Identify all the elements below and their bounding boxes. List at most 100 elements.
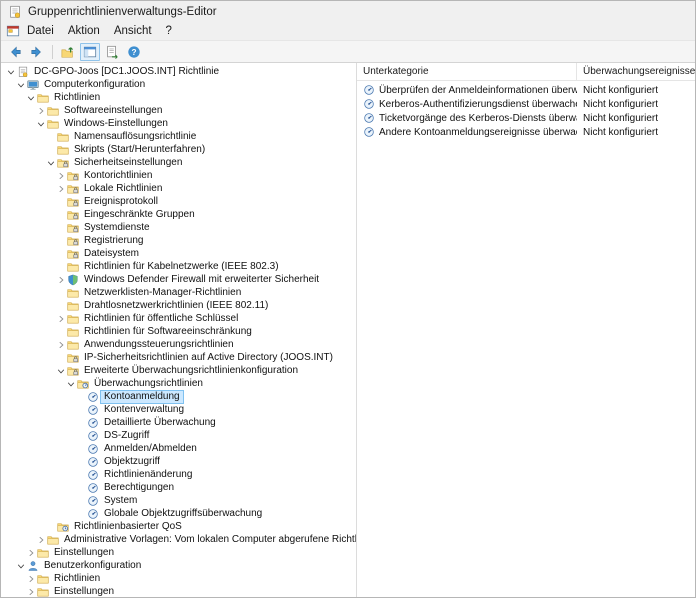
chevron-down-icon[interactable]	[15, 560, 26, 571]
tree-item[interactable]: Kontoanmeldung	[1, 389, 356, 404]
tree-item[interactable]: Sicherheitseinstellungen	[1, 156, 356, 169]
tree-item[interactable]: Systemdienste	[1, 221, 356, 234]
folder-icon	[66, 287, 79, 299]
audit-icon	[86, 456, 99, 468]
menu-aktion[interactable]: Aktion	[61, 24, 107, 38]
folder-icon	[66, 326, 79, 338]
tree-item[interactable]: Windows Defender Firewall mit erweiterte…	[1, 273, 356, 286]
main-area: DC-GPO-Joos [DC1.JOOS.INT] Richtlinie Com…	[1, 63, 695, 597]
tree-item[interactable]: Berechtigungen	[1, 481, 356, 494]
audit-icon	[86, 495, 99, 507]
console-window-icon[interactable]	[5, 24, 20, 39]
help-button[interactable]: ?	[124, 43, 144, 61]
chevron-down-icon[interactable]	[15, 79, 26, 90]
menu-ansicht[interactable]: Ansicht	[107, 24, 159, 38]
tree-item[interactable]: Überwachungsrichtlinien	[1, 377, 356, 390]
folder-icon	[56, 144, 69, 156]
menu-datei[interactable]: Datei	[20, 24, 61, 38]
chevron-down-icon[interactable]	[25, 92, 36, 103]
tree-item[interactable]: Namensauflösungsrichtlinie	[1, 130, 356, 143]
tree-item[interactable]: Windows-Einstellungen	[1, 117, 356, 130]
chevron-right-icon[interactable]	[55, 313, 66, 324]
chevron-right-icon[interactable]	[35, 105, 46, 116]
tree-item[interactable]: Skripts (Start/Herunterfahren)	[1, 143, 356, 156]
folder-lock-icon	[66, 248, 79, 260]
tree-item[interactable]: Anwendungssteuerungsrichtlinien	[1, 338, 356, 351]
back-button[interactable]	[5, 43, 25, 61]
tree-item[interactable]: Globale Objektzugriffsüberwachung	[1, 507, 356, 520]
chevron-right-icon[interactable]	[25, 586, 36, 597]
subcategory-row[interactable]: Kerberos-Authentifizierungsdienst überwa…	[357, 97, 695, 111]
tree-item[interactable]: Benutzerkonfiguration	[1, 559, 356, 572]
chevron-right-icon[interactable]	[55, 170, 66, 181]
column-header-unterkategorie[interactable]: Unterkategorie	[357, 63, 577, 80]
tree-item[interactable]: Registrierung	[1, 234, 356, 247]
audit-subcategory-icon	[362, 98, 375, 110]
tree-item[interactable]: Einstellungen	[1, 546, 356, 559]
chevron-right-icon[interactable]	[55, 183, 66, 194]
tree-item[interactable]: Anmelden/Abmelden	[1, 442, 356, 455]
subcategory-row[interactable]: Überprüfen der Anmeldeinformationen über…	[357, 83, 695, 97]
chevron-right-icon[interactable]	[55, 274, 66, 285]
tree-item[interactable]: Detaillierte Überwachung	[1, 416, 356, 429]
chevron-right-icon[interactable]	[25, 547, 36, 558]
tree-item[interactable]: Objektzugriff	[1, 455, 356, 468]
tree-item[interactable]: Richtlinien für öffentliche Schlüssel	[1, 312, 356, 325]
tree-item[interactable]: Eingeschränkte Gruppen	[1, 208, 356, 221]
chevron-down-icon[interactable]	[55, 365, 66, 376]
export-list-button[interactable]	[102, 43, 122, 61]
tree-item[interactable]: Dateisystem	[1, 247, 356, 260]
chevron-right-icon[interactable]	[25, 573, 36, 584]
chevron-down-icon[interactable]	[35, 118, 46, 129]
tree-item[interactable]: Ereignisprotokoll	[1, 195, 356, 208]
tree-item[interactable]: DC-GPO-Joos [DC1.JOOS.INT] Richtlinie	[1, 65, 356, 78]
tree-item[interactable]: Lokale Richtlinien	[1, 182, 356, 195]
subcategory-name: Andere Kontoanmeldungsereignisse überwac…	[379, 126, 577, 138]
tree-item[interactable]: Kontenverwaltung	[1, 403, 356, 416]
tree-item[interactable]: Kontorichtlinien	[1, 169, 356, 182]
tree-item[interactable]: Richtlinienänderung	[1, 468, 356, 481]
tree-item[interactable]: Netzwerklisten-Manager-Richtlinien	[1, 286, 356, 299]
folder-lock-icon	[66, 170, 79, 182]
tree-item[interactable]: Administrative Vorlagen: Vom lokalen Com…	[1, 533, 356, 546]
tree-item[interactable]: Richtlinien	[1, 91, 356, 104]
chevron-down-icon[interactable]	[65, 378, 76, 389]
chevron-down-icon[interactable]	[45, 157, 56, 168]
audit-icon	[86, 508, 99, 520]
tree-item[interactable]: Einstellungen	[1, 585, 356, 597]
menu-hilfe[interactable]: ?	[159, 24, 179, 38]
details-rows: Überprüfen der Anmeldeinformationen über…	[357, 81, 695, 139]
toolbar-separator	[52, 44, 53, 59]
tree-item[interactable]: Softwareeinstellungen	[1, 104, 356, 117]
tree-item[interactable]: DS-Zugriff	[1, 429, 356, 442]
forward-button[interactable]	[27, 43, 47, 61]
qos-icon	[56, 521, 69, 533]
audit-folder-icon	[76, 378, 89, 390]
subcategory-row[interactable]: Andere Kontoanmeldungsereignisse überwac…	[357, 125, 695, 139]
tree-item[interactable]: Richtlinien für Kabelnetzwerke (IEEE 802…	[1, 260, 356, 273]
show-console-tree-button[interactable]	[80, 42, 100, 61]
tree-item[interactable]: Drahtlosnetzwerkrichtlinien (IEEE 802.11…	[1, 299, 356, 312]
chevron-down-icon[interactable]	[5, 66, 16, 77]
tree-item[interactable]: Richtlinien	[1, 572, 356, 585]
folder-icon	[66, 300, 79, 312]
subcategory-row[interactable]: Ticketvorgänge des Kerberos-Diensts über…	[357, 111, 695, 125]
tree-item[interactable]: Computerkonfiguration	[1, 78, 356, 91]
window-title: Gruppenrichtlinienverwaltungs-Editor	[28, 5, 217, 18]
tree-item[interactable]: System	[1, 494, 356, 507]
tree-item[interactable]: IP-Sicherheitsrichtlinien auf Active Dir…	[1, 351, 356, 364]
tree-item[interactable]: Richtlinienbasierter QoS	[1, 520, 356, 533]
back-icon	[8, 44, 23, 59]
tree-item[interactable]: Erweiterte Überwachungsrichtlinienkonfig…	[1, 364, 356, 377]
chevron-right-icon[interactable]	[55, 339, 66, 350]
tree-item[interactable]: Richtlinien für Softwareeinschränkung	[1, 325, 356, 338]
chevron-right-icon[interactable]	[35, 534, 46, 545]
folder-icon	[46, 105, 59, 117]
user-icon	[26, 560, 39, 572]
up-one-level-button[interactable]	[58, 43, 78, 61]
column-header-ueberwachungsereignisse[interactable]: Überwachungsereignisse	[577, 63, 698, 80]
app-icon	[7, 4, 22, 19]
